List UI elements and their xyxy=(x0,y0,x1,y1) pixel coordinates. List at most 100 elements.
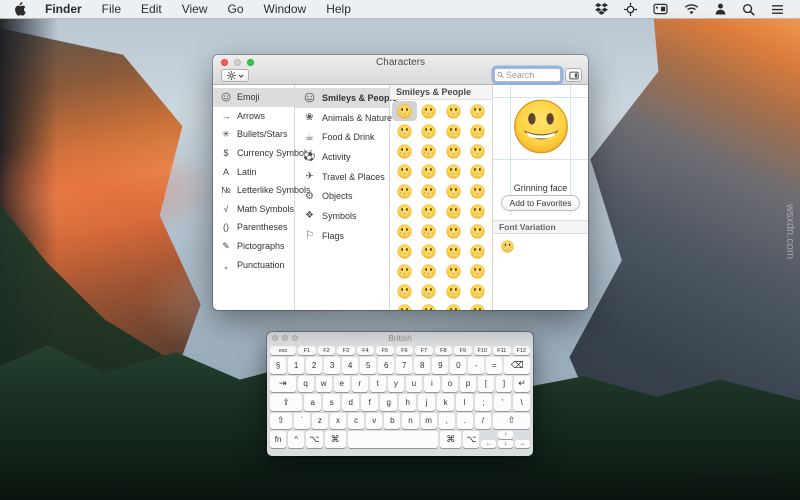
emoji-cell[interactable] xyxy=(417,141,442,161)
key-\[interactable]: \ xyxy=(513,394,530,411)
emoji-cell[interactable] xyxy=(466,101,491,121)
emoji-cell[interactable] xyxy=(417,181,442,201)
wifi-icon[interactable] xyxy=(676,0,707,18)
key-/[interactable]: / xyxy=(475,413,491,430)
sidebar-item-punctuation[interactable]: „Punctuation xyxy=(213,255,294,274)
key-arrow-left[interactable]: ← xyxy=(481,440,496,448)
emoji-cell[interactable] xyxy=(392,101,417,121)
menu-item-file[interactable]: File xyxy=(92,0,131,18)
emoji-cell[interactable] xyxy=(441,281,466,301)
emoji-cell[interactable] xyxy=(417,281,442,301)
emoji-cell[interactable] xyxy=(392,161,417,181)
key-6[interactable]: 6 xyxy=(378,357,394,374)
emoji-cell[interactable] xyxy=(417,101,442,121)
key-[[interactable]: [ xyxy=(478,376,494,393)
key-o[interactable]: o xyxy=(442,376,458,393)
sidebar-item-emoji[interactable]: Emoji xyxy=(213,88,294,107)
notification-center-icon[interactable] xyxy=(763,0,792,18)
key-2[interactable]: 2 xyxy=(306,357,322,374)
sidebar-item-bullets-stars[interactable]: ✳Bullets/Stars xyxy=(213,125,294,144)
crosshair-icon[interactable] xyxy=(616,0,645,18)
key-r[interactable]: r xyxy=(352,376,368,393)
key-4[interactable]: 4 xyxy=(342,357,358,374)
emoji-cell[interactable] xyxy=(441,201,466,221)
emoji-cell[interactable] xyxy=(441,301,466,310)
key-⇧[interactable]: ⇧ xyxy=(493,413,530,430)
emoji-cell[interactable] xyxy=(392,141,417,161)
category-item-activity[interactable]: ⚽Activity xyxy=(295,147,389,167)
key-0[interactable]: 0 xyxy=(450,357,466,374)
key-.[interactable]: . xyxy=(457,413,473,430)
sidebar-item-math-symbols[interactable]: √Math Symbols xyxy=(213,200,294,219)
sidebar-item-pictographs[interactable]: ✎Pictographs xyxy=(213,237,294,256)
sidebar-item-latin[interactable]: ALatin xyxy=(213,162,294,181)
category-item-flags[interactable]: ⚐Flags xyxy=(295,226,389,246)
key-⇪[interactable]: ⇪ xyxy=(270,394,302,411)
key-F1[interactable]: F1 xyxy=(298,346,315,355)
key-⌘[interactable]: ⌘ xyxy=(440,431,461,448)
emoji-cell[interactable] xyxy=(466,301,491,310)
emoji-cell[interactable] xyxy=(466,161,491,181)
key-3[interactable]: 3 xyxy=(324,357,340,374)
key-i[interactable]: i xyxy=(424,376,440,393)
key-d[interactable]: d xyxy=(342,394,359,411)
emoji-cell[interactable] xyxy=(417,201,442,221)
key-F3[interactable]: F3 xyxy=(337,346,354,355)
emoji-cell[interactable] xyxy=(441,101,466,121)
key-h[interactable]: h xyxy=(399,394,416,411)
menu-item-go[interactable]: Go xyxy=(218,0,254,18)
key-,[interactable]: , xyxy=(439,413,455,430)
spotlight-icon[interactable] xyxy=(734,0,763,18)
emoji-cell[interactable] xyxy=(466,201,491,221)
emoji-cell[interactable] xyxy=(417,261,442,281)
key-5[interactable]: 5 xyxy=(360,357,376,374)
key-z[interactable]: z xyxy=(312,413,328,430)
emoji-cell[interactable] xyxy=(466,121,491,141)
key-'[interactable]: ' xyxy=(494,394,511,411)
key-][interactable]: ] xyxy=(496,376,512,393)
emoji-cell[interactable] xyxy=(441,141,466,161)
key-⌥[interactable]: ⌥ xyxy=(306,431,322,448)
key-n[interactable]: n xyxy=(402,413,418,430)
key--[interactable]: - xyxy=(468,357,484,374)
emoji-cell[interactable] xyxy=(417,301,442,310)
key-space[interactable] xyxy=(348,431,439,448)
menu-item-window[interactable]: Window xyxy=(254,0,317,18)
emoji-cell[interactable] xyxy=(466,141,491,161)
category-item-symbols[interactable]: ❖Symbols xyxy=(295,206,389,226)
emoji-cell[interactable] xyxy=(392,281,417,301)
sidebar-item-currency-symbols[interactable]: $Currency Symbols xyxy=(213,144,294,163)
emoji-cell[interactable] xyxy=(466,261,491,281)
key-b[interactable]: b xyxy=(384,413,400,430)
key-⇧[interactable]: ⇧ xyxy=(270,413,292,430)
key-F5[interactable]: F5 xyxy=(376,346,393,355)
emoji-cell[interactable] xyxy=(392,181,417,201)
key-⌫[interactable]: ⌫ xyxy=(504,357,530,374)
emoji-cell[interactable] xyxy=(417,161,442,181)
key-arrow-down[interactable]: ↓ xyxy=(498,440,513,448)
action-gear-button[interactable] xyxy=(221,69,249,82)
key-8[interactable]: 8 xyxy=(414,357,430,374)
key-9[interactable]: 9 xyxy=(432,357,448,374)
key-arrow-right[interactable]: → xyxy=(515,440,530,448)
key-↵[interactable]: ↵ xyxy=(514,376,530,393)
key-fn[interactable]: fn xyxy=(270,431,286,448)
key-x[interactable]: x xyxy=(330,413,346,430)
category-item-travel-places[interactable]: ✈Travel & Places xyxy=(295,167,389,187)
key-F7[interactable]: F7 xyxy=(415,346,432,355)
key-^[interactable]: ^ xyxy=(288,431,304,448)
emoji-cell[interactable] xyxy=(392,121,417,141)
add-to-favorites-button[interactable]: Add to Favorites xyxy=(501,195,581,211)
emoji-cell[interactable] xyxy=(392,221,417,241)
search-input[interactable] xyxy=(506,70,558,80)
key-g[interactable]: g xyxy=(380,394,397,411)
emoji-cell[interactable] xyxy=(392,201,417,221)
key-§[interactable]: § xyxy=(270,357,286,374)
emoji-cell[interactable] xyxy=(441,221,466,241)
key-F2[interactable]: F2 xyxy=(318,346,335,355)
emoji-cell[interactable] xyxy=(392,301,417,310)
menu-item-help[interactable]: Help xyxy=(316,0,361,18)
key-j[interactable]: j xyxy=(418,394,435,411)
key-t[interactable]: t xyxy=(370,376,386,393)
key-p[interactable]: p xyxy=(460,376,476,393)
